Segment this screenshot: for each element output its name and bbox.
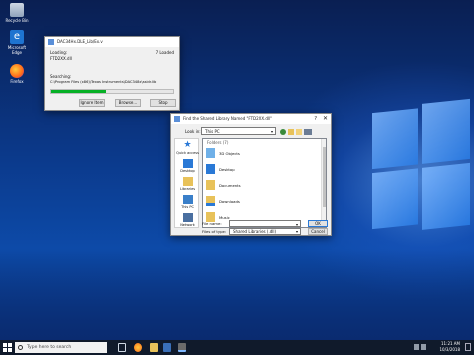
item-label: Downloads	[219, 199, 240, 204]
place-label: Network	[180, 223, 195, 227]
desktop-icon	[182, 159, 193, 168]
taskbar-clock[interactable]: 11:21 AM 10/3/2018	[439, 341, 460, 353]
desktop-icon-edge[interactable]: e Microsoft Edge	[3, 30, 31, 55]
notifications-icon[interactable]	[465, 343, 471, 351]
network-tray-icon[interactable]	[414, 344, 419, 350]
task-view-icon[interactable]	[118, 343, 126, 352]
loading-label: Loading:	[50, 50, 68, 55]
find-library-dialog: Find the Shared Library Named "FTD2XX.dl…	[170, 113, 332, 236]
clock-date: 10/3/2018	[439, 347, 460, 352]
place-label: Libraries	[179, 187, 196, 191]
place-quick-access[interactable]: ★ Quick access	[175, 140, 200, 156]
folder-downloads-icon	[206, 196, 215, 206]
file-list[interactable]: Folders (7) 3D Objects Desktop Documents…	[202, 138, 327, 228]
loader-titlebar[interactable]: DAC34Hx.DLE_Lib/Ex.v	[45, 37, 179, 47]
wallpaper-floor	[0, 250, 474, 340]
folders-header: Folders (7)	[207, 140, 229, 145]
folder-3d-objects-icon	[206, 148, 215, 158]
back-icon[interactable]	[280, 129, 286, 135]
browse-button[interactable]: Browse...	[115, 99, 141, 107]
loader-dialog: DAC34Hx.DLE_Lib/Ex.v Loading: FTD2XX.dll…	[44, 36, 180, 111]
loading-status: 7 Loaded	[155, 50, 174, 55]
recycle-bin-icon	[10, 3, 24, 17]
firefox-icon[interactable]	[134, 343, 142, 352]
help-button[interactable]: ?	[314, 114, 317, 124]
loader-progress-bar	[50, 89, 174, 94]
ignore-item-button[interactable]: Ignore Item	[79, 99, 105, 107]
desktop-icon-label: Firefox	[10, 79, 24, 84]
look-in-combo[interactable]: This PC ▾	[201, 127, 276, 135]
desktop-icon-label: Recycle Bin	[5, 18, 29, 23]
list-item[interactable]: Downloads	[206, 196, 306, 208]
files-of-type-select[interactable]: Shared Libraries (.dll) ▾	[229, 228, 301, 235]
app-icon	[48, 39, 54, 45]
star-icon: ★	[183, 140, 192, 150]
place-desktop[interactable]: Desktop	[175, 159, 200, 173]
taskbar-search-box[interactable]: Type here to search	[15, 342, 107, 353]
edge-icon: e	[10, 30, 24, 44]
look-in-label: Look in:	[185, 129, 201, 134]
list-item[interactable]: Desktop	[206, 164, 306, 176]
file-explorer-icon[interactable]	[150, 343, 158, 352]
files-of-type-label: Files of type:	[202, 229, 227, 234]
searching-label: Searching:	[50, 74, 72, 79]
item-label: 3D Objects	[219, 151, 240, 156]
file-name-input[interactable]: ▾	[229, 220, 301, 227]
taskbar: Type here to search 11:21 AM 10/3/2018	[0, 340, 474, 355]
active-app-icon[interactable]	[178, 343, 186, 352]
windows-wallpaper-logo	[372, 98, 470, 233]
new-folder-icon[interactable]	[296, 129, 302, 135]
file-name-label: File name:	[202, 221, 222, 226]
desktop-icon-label: Microsoft Edge	[7, 45, 27, 55]
chevron-down-icon: ▾	[295, 222, 298, 227]
chevron-down-icon: ▾	[295, 229, 298, 234]
loader-progress-fill	[51, 90, 106, 93]
cancel-button[interactable]: Cancel	[308, 228, 328, 235]
files-of-type-value: Shared Libraries (.dll)	[233, 229, 277, 234]
list-item[interactable]: 3D Objects	[206, 148, 306, 160]
places-bar: ★ Quick access Desktop Libraries This PC…	[174, 138, 199, 228]
find-title: Find the Shared Library Named "FTD2XX.dl…	[183, 116, 273, 121]
item-label: Documents	[219, 183, 241, 188]
firefox-icon	[10, 64, 24, 78]
up-folder-icon[interactable]	[288, 129, 294, 135]
find-titlebar[interactable]: Find the Shared Library Named "FTD2XX.dl…	[171, 114, 331, 124]
view-menu-icon[interactable]	[304, 129, 312, 135]
desktop-icon-firefox[interactable]: Firefox	[3, 64, 31, 84]
place-label: Desktop	[180, 169, 195, 173]
folder-desktop-icon	[206, 164, 215, 174]
loading-file: FTD2XX.dll	[50, 56, 72, 61]
searching-path: C:\Program Files (x86)\Texas Instruments…	[50, 80, 157, 84]
stop-button[interactable]: Stop	[150, 99, 176, 107]
place-libraries[interactable]: Libraries	[175, 177, 200, 191]
loader-title: DAC34Hx.DLE_Lib/Ex.v	[57, 39, 103, 44]
ok-button[interactable]: OK	[308, 220, 328, 227]
computer-icon	[182, 195, 193, 204]
libraries-icon	[182, 177, 193, 186]
network-icon	[182, 213, 193, 222]
look-in-value: This PC	[205, 129, 220, 134]
place-network[interactable]: Network	[175, 213, 200, 227]
place-label: This PC	[181, 205, 194, 209]
app-taskbar-icon[interactable]	[163, 343, 171, 352]
file-list-scrollbar[interactable]	[321, 139, 326, 227]
place-this-pc[interactable]: This PC	[175, 195, 200, 209]
close-button[interactable]: ✕	[323, 114, 328, 124]
app-icon	[174, 116, 180, 122]
chevron-down-icon: ▾	[270, 129, 273, 134]
volume-tray-icon[interactable]	[421, 344, 426, 350]
desktop-icon-recycle-bin[interactable]: Recycle Bin	[3, 3, 31, 23]
search-placeholder: Type here to search	[27, 345, 72, 350]
search-icon	[18, 345, 23, 350]
folder-documents-icon	[206, 180, 215, 190]
scrollbar-thumb[interactable]	[323, 147, 326, 207]
start-button[interactable]	[3, 343, 12, 352]
list-item[interactable]: Documents	[206, 180, 306, 192]
place-label: Quick access	[176, 151, 199, 155]
item-label: Desktop	[219, 167, 235, 172]
